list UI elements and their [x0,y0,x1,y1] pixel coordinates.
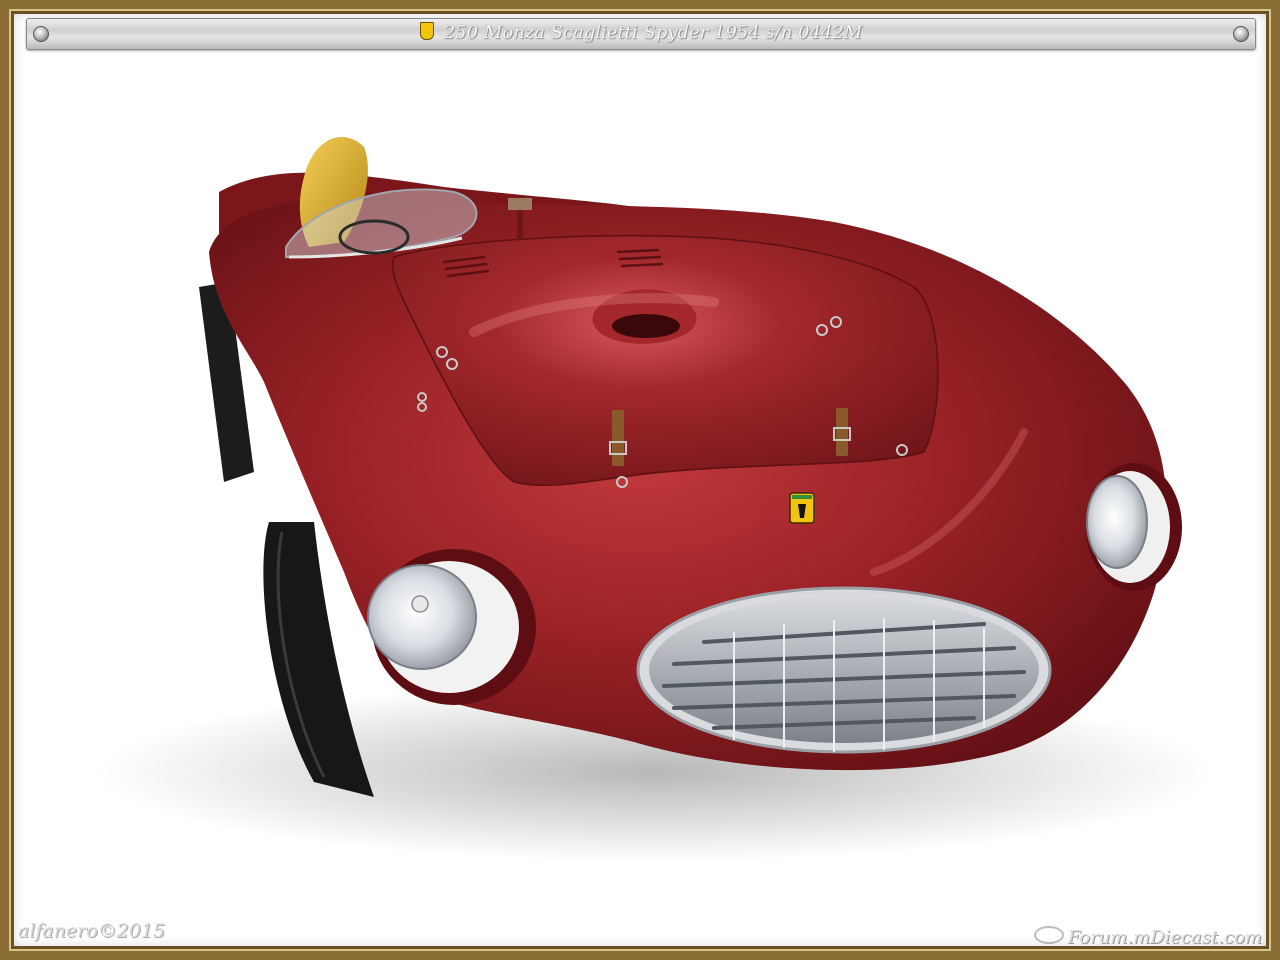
photographer-signature: alfanero©2015 [18,920,166,942]
ferrari-badge-icon [419,22,434,40]
title-bar: 250 Monza Scaglietti Spyder 1954 s/n 044… [26,18,1256,50]
image-frame: 250 Monza Scaglietti Spyder 1954 s/n 044… [0,0,1280,960]
title-text-wrap: 250 Monza Scaglietti Spyder 1954 s/n 044… [27,22,1255,43]
watermark-text: Forum.mDiecast.com [1067,927,1262,948]
forum-logo-icon [1033,926,1064,944]
rivet-icon [1233,26,1249,42]
image-title: 250 Monza Scaglietti Spyder 1954 s/n 044… [443,22,863,43]
car-photo [94,137,1214,862]
site-watermark: Forum.mDiecast.com [1033,926,1262,948]
